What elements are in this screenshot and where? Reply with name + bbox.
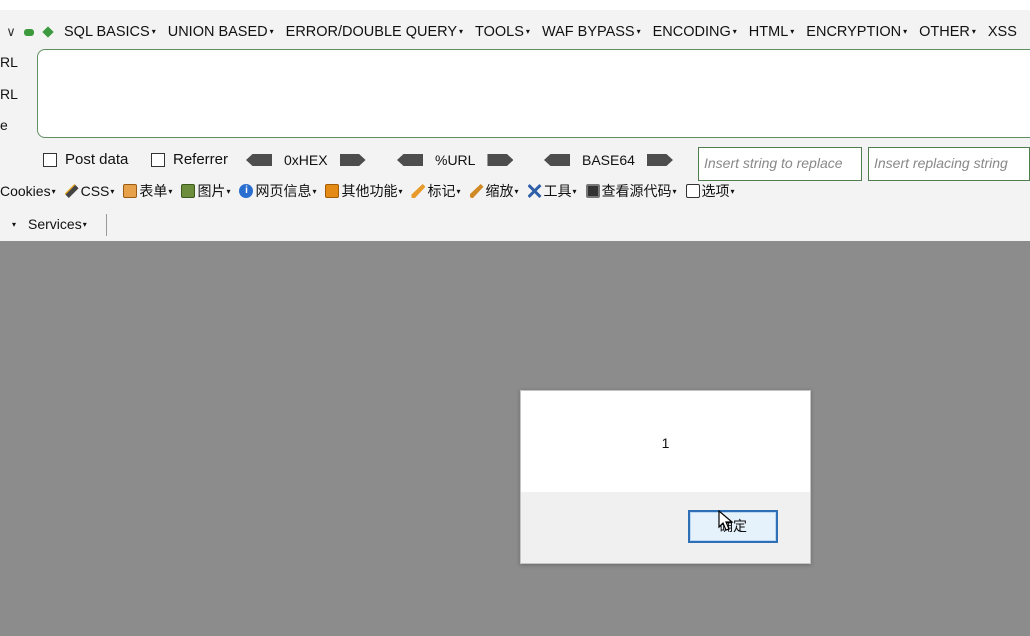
base64-label: BASE64 [582, 152, 635, 168]
menu-encoding[interactable]: ENCODING ▾ [653, 24, 737, 40]
toolbar-cookies[interactable]: Cookies ▾ [0, 183, 56, 199]
post-data-option[interactable]: Post data [43, 151, 128, 168]
caret-down-icon: ▾ [398, 186, 403, 196]
alert-message: 1 [661, 435, 670, 451]
caret-down-icon: ▾ [672, 186, 677, 196]
magic-wand-icon [64, 184, 79, 198]
referrer-option[interactable]: Referrer [151, 151, 228, 168]
green-pill-icon[interactable] [24, 28, 34, 36]
split-url-label[interactable]: RL [0, 86, 18, 102]
url-encoder: %URL [397, 152, 514, 168]
toolbar-page-info[interactable]: i 网页信息 ▾ [239, 181, 316, 201]
caret-down-icon: ▾ [730, 186, 735, 196]
green-diamond-icon[interactable] [42, 26, 54, 38]
options-icon [685, 184, 700, 198]
post-data-checkbox[interactable] [43, 152, 57, 167]
caret-down-icon: ▾ [903, 26, 908, 36]
arrow-right-icon[interactable] [339, 154, 366, 166]
menu-error-double-query[interactable]: ERROR/DOUBLE QUERY ▾ [286, 24, 463, 40]
caret-down-icon: ▾ [168, 186, 173, 196]
caret-down-icon: ▾ [312, 186, 317, 196]
menu-tools[interactable]: TOOLS ▾ [475, 24, 530, 40]
hex-label: 0xHEX [284, 152, 328, 168]
alert-body: 1 [521, 391, 810, 492]
caret-down-icon: ▾ [269, 26, 274, 36]
arrow-left-icon[interactable] [544, 154, 570, 166]
toolbar-outline[interactable]: 标记 ▾ [411, 181, 461, 201]
toolbar-separator [106, 214, 107, 236]
caret-down-icon: ▾ [459, 26, 464, 36]
menu-waf-bypass[interactable]: WAF BYPASS ▾ [542, 24, 641, 40]
base64-encoder: BASE64 [544, 152, 673, 168]
chevron-down-icon[interactable]: ∨ [0, 24, 22, 40]
services-row: ▾ Services ▾ [0, 212, 200, 236]
caret-down-icon[interactable]: ▾ [12, 220, 16, 229]
caret-down-icon: ▾ [151, 26, 156, 36]
alert-dialog: 1 确定 [520, 390, 811, 564]
info-icon: i [239, 184, 254, 198]
caret-down-icon: ▾ [226, 186, 231, 196]
menu-xss[interactable]: XSS [988, 24, 1017, 40]
hackbar-menu-row: ∨ SQL BASICS ▾ UNION BASED ▾ ERROR/DOUBLE … [0, 20, 1030, 44]
toolbar-options[interactable]: 选项 ▾ [685, 181, 735, 201]
image-icon [181, 184, 196, 198]
menu-html[interactable]: HTML ▾ [749, 24, 795, 40]
mouse-cursor-icon [718, 510, 734, 531]
arrow-left-icon[interactable] [246, 154, 272, 166]
replacing-string-input[interactable]: Insert replacing string [868, 147, 1030, 181]
caret-down-icon: ▾ [525, 26, 530, 36]
toolbar-tools[interactable]: 工具 ▾ [527, 181, 577, 201]
source-icon [585, 184, 600, 198]
toolbar-misc[interactable]: 其他功能 ▾ [325, 181, 402, 201]
caret-down-icon: ▾ [790, 26, 795, 36]
toolbar-view-source[interactable]: 查看源代码 ▾ [585, 181, 677, 201]
form-icon [123, 184, 138, 198]
load-url-label[interactable]: RL [0, 54, 18, 70]
hex-encoder: 0xHEX [246, 152, 366, 168]
caret-down-icon: ▾ [572, 186, 577, 196]
caret-down-icon: ▾ [51, 186, 56, 196]
services-menu[interactable]: Services ▾ [28, 216, 87, 232]
resize-icon [469, 184, 484, 198]
caret-down-icon: ▾ [971, 26, 976, 36]
caret-down-icon: ▾ [636, 26, 641, 36]
top-strip [0, 0, 1030, 10]
caret-down-icon: ▾ [514, 186, 519, 196]
arrow-right-icon[interactable] [487, 154, 514, 166]
url-textarea[interactable] [37, 49, 1030, 138]
caret-down-icon: ▾ [110, 186, 115, 196]
toolbar-resize[interactable]: 缩放 ▾ [469, 181, 519, 201]
menu-other[interactable]: OTHER ▾ [919, 24, 976, 40]
browser-toolbar-area: ∨ SQL BASICS ▾ UNION BASED ▾ ERROR/DOUBLE … [0, 0, 1030, 241]
caret-down-icon: ▾ [732, 26, 737, 36]
toolbar-forms[interactable]: 表单 ▾ [123, 181, 172, 201]
replace-string-input[interactable]: Insert string to replace [698, 147, 862, 181]
tools-icon [527, 184, 542, 198]
toolbar-css[interactable]: CSS ▾ [64, 183, 115, 199]
toolbar-images[interactable]: 图片 ▾ [181, 181, 230, 201]
caret-down-icon: ▾ [82, 219, 87, 229]
post-data-label: Post data [65, 151, 129, 168]
arrow-left-icon[interactable] [397, 154, 423, 166]
menu-sql-basics[interactable]: SQL BASICS ▾ [64, 24, 156, 40]
referrer-checkbox[interactable] [151, 152, 165, 167]
hackbar-options-row: Post data Referrer 0xHEX %URL BASE64 Ins… [0, 146, 1030, 181]
misc-icon [325, 184, 340, 198]
url-encode-label: %URL [435, 152, 476, 168]
menu-union-based[interactable]: UNION BASED ▾ [168, 24, 274, 40]
web-developer-toolbar: Cookies ▾ CSS ▾ 表单 ▾ 图片 ▾ i 网页信息 ▾ 其他功能 ▾ 标记 ▾ 缩… [0, 180, 1030, 202]
referrer-label: Referrer [173, 151, 229, 168]
execute-label[interactable]: e [0, 117, 8, 133]
menu-encryption[interactable]: ENCRYPTION ▾ [806, 24, 907, 40]
caret-down-icon: ▾ [456, 186, 461, 196]
arrow-right-icon[interactable] [646, 154, 673, 166]
pencil-icon [411, 184, 426, 198]
